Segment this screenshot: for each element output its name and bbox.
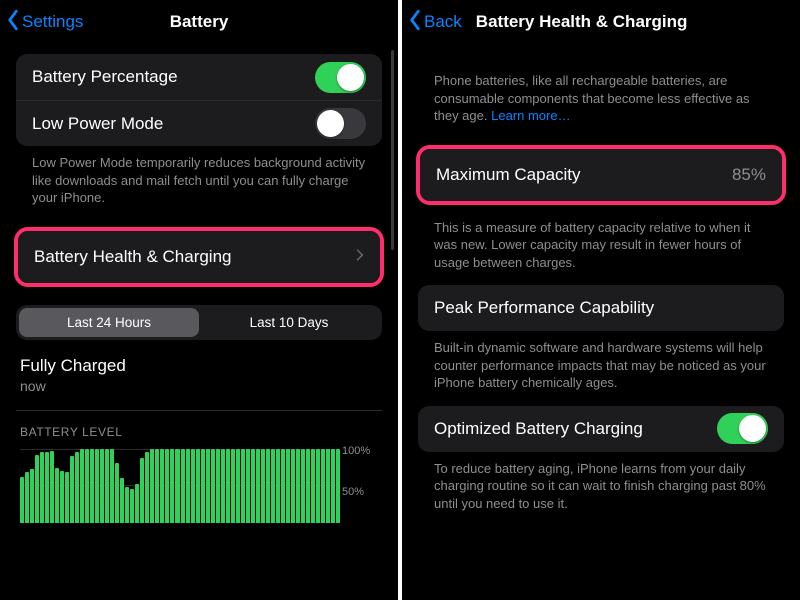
battery-level-chart: 100% 50%: [20, 445, 378, 527]
peak-performance-row[interactable]: Peak Performance Capability: [418, 285, 784, 331]
low-power-mode-toggle[interactable]: [315, 108, 366, 139]
row-label: Maximum Capacity: [436, 165, 581, 185]
row-label: Battery Percentage: [32, 67, 178, 87]
battery-percentage-toggle[interactable]: [315, 62, 366, 93]
row-label: Battery Health & Charging: [34, 247, 232, 267]
low-power-mode-row[interactable]: Low Power Mode: [16, 100, 382, 146]
highlight-box: Maximum Capacity 85%: [416, 145, 786, 205]
battery-settings-panel: Settings Battery Battery Percentage Low …: [0, 0, 398, 600]
optimized-charging-row[interactable]: Optimized Battery Charging: [418, 406, 784, 452]
intro-text: Phone batteries, like all rechargeable b…: [434, 73, 750, 123]
peak-performance-note: Built-in dynamic software and hardware s…: [418, 331, 784, 406]
chart-yticks: 100% 50%: [342, 445, 378, 527]
chevron-right-icon: [356, 247, 364, 267]
row-label: Peak Performance Capability: [434, 298, 654, 318]
learn-more-link[interactable]: Learn more…: [491, 108, 570, 123]
row-label: Low Power Mode: [32, 114, 163, 134]
low-power-note: Low Power Mode temporarily reduces backg…: [16, 146, 382, 221]
fully-charged-title: Fully Charged: [20, 356, 378, 376]
toggle-group: Battery Percentage Low Power Mode: [16, 54, 382, 146]
chevron-left-icon: [6, 9, 20, 36]
segment-last-10d[interactable]: Last 10 Days: [199, 308, 379, 337]
chevron-left-icon: [408, 9, 422, 36]
max-capacity-row[interactable]: Maximum Capacity 85%: [420, 149, 782, 201]
chart-bars: [20, 449, 340, 523]
row-label: Optimized Battery Charging: [434, 419, 643, 439]
fully-charged-block: Fully Charged now: [16, 340, 382, 400]
max-capacity-value: 85%: [732, 165, 766, 185]
back-label: Back: [424, 12, 462, 32]
battery-health-panel: Back Battery Health & Charging Phone bat…: [402, 0, 800, 600]
optimized-charging-toggle[interactable]: [717, 413, 768, 444]
back-label: Settings: [22, 12, 83, 32]
scrollbar[interactable]: [391, 50, 394, 250]
battery-health-row[interactable]: Battery Health & Charging: [18, 231, 380, 283]
ytick-50: 50%: [342, 486, 378, 498]
navbar: Back Battery Health & Charging: [402, 0, 800, 44]
battery-level-label: BATTERY LEVEL: [16, 411, 382, 443]
time-range-segmented[interactable]: Last 24 Hours Last 10 Days: [16, 305, 382, 340]
max-capacity-note: This is a measure of battery capacity re…: [418, 211, 784, 286]
fully-charged-detail: now: [20, 378, 378, 394]
back-button[interactable]: Settings: [6, 9, 83, 36]
optimized-charging-note: To reduce battery aging, iPhone learns f…: [418, 452, 784, 527]
battery-percentage-row[interactable]: Battery Percentage: [16, 54, 382, 100]
highlight-box: Battery Health & Charging: [14, 227, 384, 287]
segment-last-24h[interactable]: Last 24 Hours: [19, 308, 199, 337]
page-title: Battery Health & Charging: [476, 12, 688, 32]
peak-performance-group: Peak Performance Capability: [418, 285, 784, 331]
optimized-charging-group: Optimized Battery Charging: [418, 406, 784, 452]
back-button[interactable]: Back: [408, 9, 462, 36]
navbar: Settings Battery: [0, 0, 398, 44]
intro-note: Phone batteries, like all rechargeable b…: [418, 54, 784, 139]
ytick-100: 100%: [342, 445, 378, 457]
